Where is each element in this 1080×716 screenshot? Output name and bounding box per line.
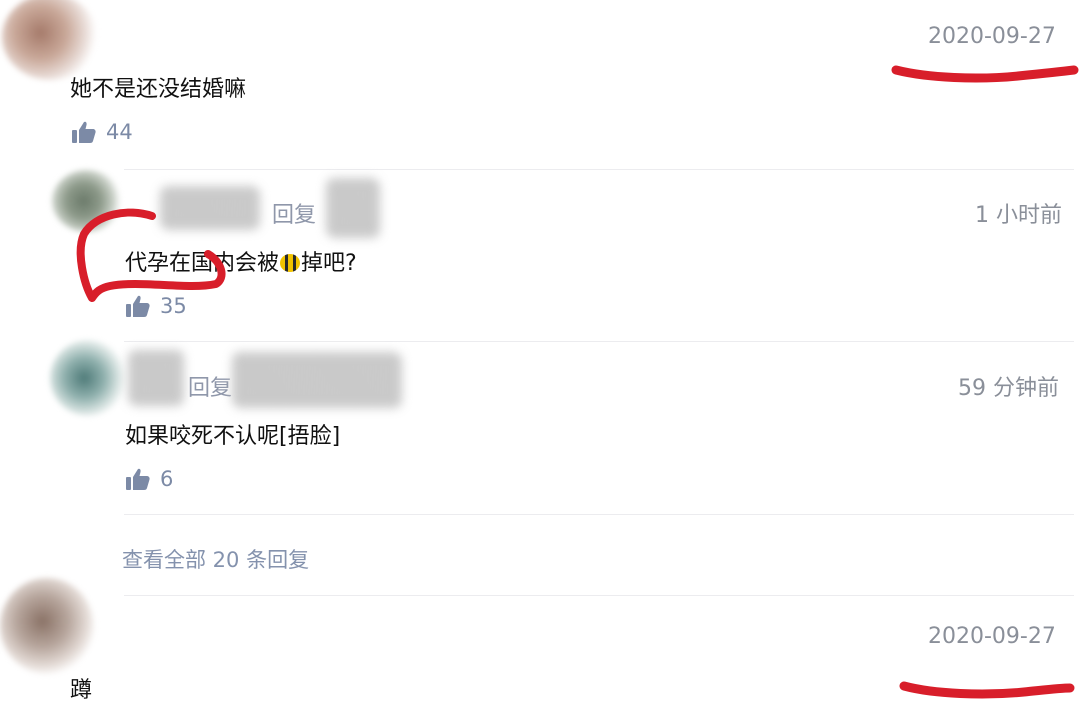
reply-text: 代孕在国内会被 掉吧? bbox=[125, 245, 357, 277]
red-underline-annotation bbox=[891, 65, 1079, 83]
redacted-username bbox=[128, 350, 184, 406]
like-button[interactable]: 44 bbox=[72, 120, 133, 144]
reply-text-end: 掉吧? bbox=[301, 251, 357, 276]
divider bbox=[124, 341, 1074, 342]
thumbs-up-icon bbox=[126, 468, 150, 490]
reply-text: 如果咬死不认呢[捂脸] bbox=[125, 424, 341, 449]
like-count: 6 bbox=[160, 467, 174, 491]
comment-text: 蹲 bbox=[70, 678, 93, 703]
comment-timestamp: 2020-09-27 bbox=[928, 624, 1056, 649]
avatar[interactable] bbox=[0, 578, 94, 674]
avatar[interactable] bbox=[2, 0, 98, 80]
reply-timestamp: 59 分钟前 bbox=[958, 376, 1059, 401]
redacted-username bbox=[326, 178, 380, 238]
reply-label: 回复 bbox=[272, 203, 317, 228]
avatar[interactable] bbox=[52, 170, 122, 232]
thumbs-up-icon bbox=[72, 121, 96, 143]
redacted-username bbox=[160, 186, 260, 230]
reply-timestamp: 1 小时前 bbox=[975, 203, 1062, 228]
view-all-replies-link[interactable]: 查看全部 20 条回复 bbox=[122, 544, 309, 574]
reply-text-start: 代孕在国内会被 bbox=[125, 251, 280, 276]
redacted-username bbox=[232, 352, 402, 408]
thumbs-up-icon bbox=[126, 295, 150, 317]
red-underline-annotation bbox=[899, 681, 1075, 699]
comment-timestamp: 2020-09-27 bbox=[928, 24, 1056, 49]
divider bbox=[124, 514, 1074, 515]
reply-label: 回复 bbox=[188, 376, 233, 401]
comment-text: 她不是还没结婚嘛 bbox=[70, 77, 247, 102]
divider bbox=[124, 169, 1074, 170]
like-count: 44 bbox=[106, 120, 133, 144]
like-button[interactable]: 6 bbox=[126, 467, 173, 491]
like-count: 35 bbox=[160, 294, 187, 318]
avatar[interactable] bbox=[50, 340, 126, 416]
bee-emoji bbox=[280, 254, 301, 272]
like-button[interactable]: 35 bbox=[126, 294, 187, 318]
divider bbox=[124, 595, 1074, 596]
